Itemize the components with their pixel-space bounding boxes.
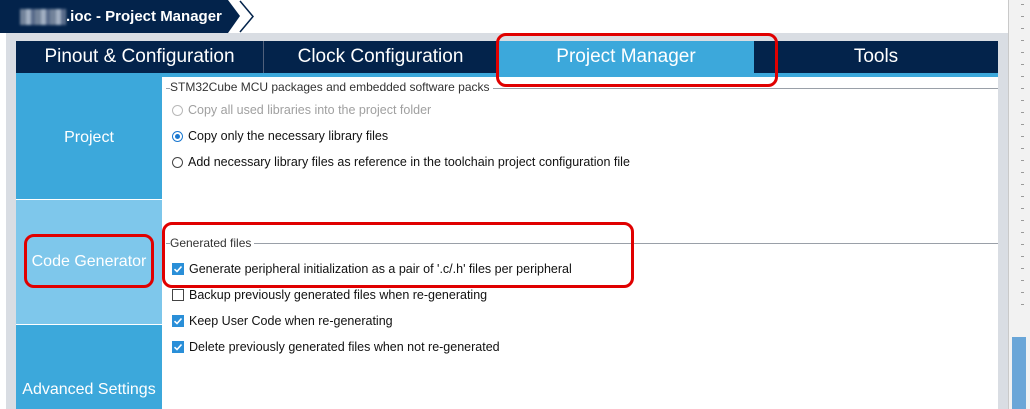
checkbox-generate-peripheral-pairs[interactable] — [172, 263, 184, 275]
checkmark-icon — [173, 265, 183, 273]
option-generate-peripheral-pairs[interactable]: Generate peripheral initialization as a … — [172, 262, 572, 276]
tab-project-manager[interactable]: Project Manager — [498, 41, 754, 73]
sidebar-item-project[interactable]: Project — [16, 77, 162, 199]
option-delete-ungenerated-files-label: Delete previously generated files when n… — [189, 340, 500, 354]
window-title: .ioc - Project Manager — [66, 8, 222, 25]
radio-add-as-reference[interactable] — [172, 156, 183, 168]
option-backup-generated-files-label: Backup previously generated files when r… — [189, 288, 488, 302]
option-copy-all-libraries[interactable]: Copy all used libraries into the project… — [172, 103, 431, 117]
option-add-as-reference-label: Add necessary library files as reference… — [188, 155, 630, 169]
tab-tools[interactable]: Tools — [754, 41, 998, 73]
checkbox-backup-generated-files[interactable] — [172, 289, 184, 301]
generated-files-group-border — [166, 243, 998, 244]
gutter-marks — [1021, 4, 1025, 316]
sidebar: Project Code Generator Advanced Settings — [16, 77, 162, 409]
redacted-filename — [20, 9, 66, 25]
tab-clock-configuration[interactable]: Clock Configuration — [264, 41, 498, 73]
radio-copy-necessary-libraries[interactable] — [172, 130, 183, 142]
checkbox-keep-user-code[interactable] — [172, 315, 184, 327]
packages-group-title: STM32Cube MCU packages and embedded soft… — [170, 80, 493, 94]
option-delete-ungenerated-files[interactable]: Delete previously generated files when n… — [172, 340, 500, 354]
radio-copy-all-libraries[interactable] — [172, 104, 183, 116]
gutter-scrollbar-thumb[interactable] — [1012, 337, 1026, 409]
checkbox-delete-ungenerated-files[interactable] — [172, 341, 184, 353]
option-keep-user-code[interactable]: Keep User Code when re-generating — [172, 314, 393, 328]
option-copy-necessary-libraries-label: Copy only the necessary library files — [188, 129, 389, 143]
option-backup-generated-files[interactable]: Backup previously generated files when r… — [172, 288, 487, 302]
generated-files-group-title: Generated files — [170, 236, 255, 250]
checkmark-icon — [173, 317, 183, 325]
option-copy-necessary-libraries[interactable]: Copy only the necessary library files — [172, 129, 388, 143]
option-keep-user-code-label: Keep User Code when re-generating — [189, 314, 393, 328]
option-copy-all-libraries-label: Copy all used libraries into the project… — [188, 103, 432, 117]
main-tabs: Pinout & Configuration Clock Configurati… — [16, 41, 998, 73]
option-add-as-reference[interactable]: Add necessary library files as reference… — [172, 155, 630, 169]
option-generate-peripheral-pairs-label: Generate peripheral initialization as a … — [189, 262, 572, 276]
sidebar-item-code-generator[interactable]: Code Generator — [16, 199, 162, 325]
sidebar-item-advanced-settings[interactable]: Advanced Settings — [16, 325, 162, 409]
checkmark-icon — [173, 343, 183, 351]
tab-pinout-configuration[interactable]: Pinout & Configuration — [16, 41, 264, 73]
title-bar: .ioc - Project Manager — [0, 0, 1008, 33]
